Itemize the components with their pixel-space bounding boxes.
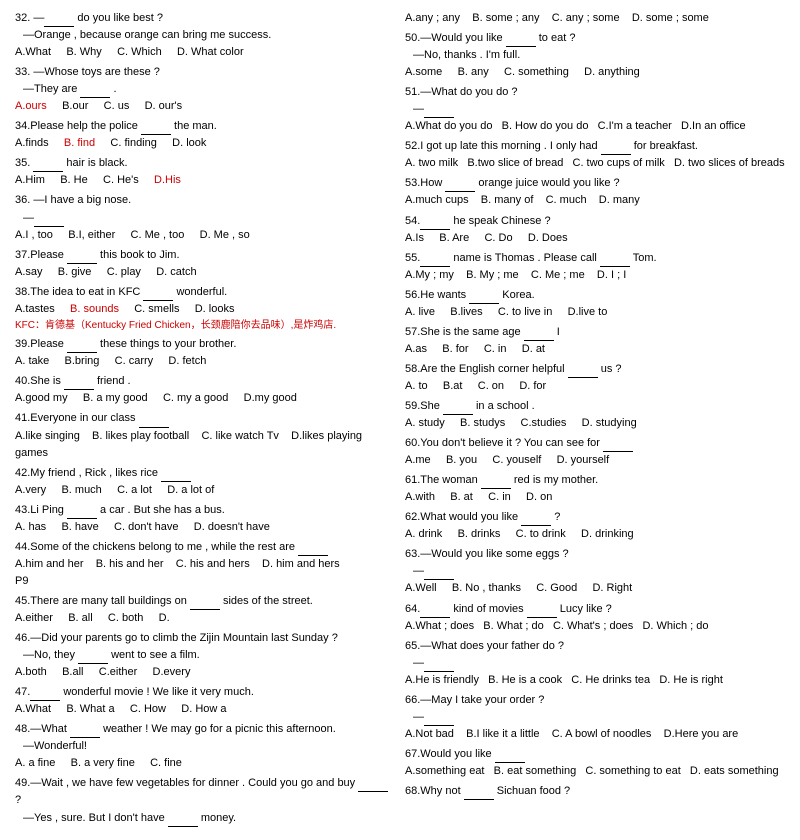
- q45: 45.There are many tall buildings on side…: [15, 593, 395, 627]
- q46: 46.—Did your parents go to climb the Zij…: [15, 630, 395, 681]
- page-content: 32. — do you like best ? —Orange , becau…: [15, 10, 785, 830]
- q62: 62.What would you like ? A. drink B. dri…: [405, 509, 785, 543]
- q42: 42.My friend , Rick , likes rice A.very …: [15, 465, 395, 499]
- q41: 41.Everyone in our class A.like singing …: [15, 410, 395, 461]
- q47: 47. wonderful movie ! We like it very mu…: [15, 684, 395, 718]
- q55: 55. name is Thomas . Please call Tom. A.…: [405, 250, 785, 284]
- q65: 65.—What does your father do ? — A.He is…: [405, 638, 785, 689]
- q33: 33. —Whose toys are these ? —They are . …: [15, 64, 395, 115]
- q54: 54. he speak Chinese ? A.Is B. Are C. Do…: [405, 213, 785, 247]
- q39: 39.Please these things to your brother. …: [15, 336, 395, 370]
- q58: 58.Are the English corner helpful us ? A…: [405, 361, 785, 395]
- q49: 49.—Wait , we have few vegetables for di…: [15, 775, 395, 826]
- q44: 44.Some of the chickens belong to me , w…: [15, 539, 395, 590]
- q61: 61.The woman red is my mother. A.with B.…: [405, 472, 785, 506]
- q66: 66.—May I take your order ? — A.Not bad …: [405, 692, 785, 743]
- q34: 34.Please help the police the man. A.fin…: [15, 118, 395, 152]
- q37: 37.Please this book to Jim. A.say B. giv…: [15, 247, 395, 281]
- q68: 68.Why not Sichuan food ?: [405, 783, 785, 800]
- q64: 64. kind of movies Lucy like ? A.What ; …: [405, 601, 785, 635]
- q32: 32. — do you like best ? —Orange , becau…: [15, 10, 395, 61]
- q48: 48.—What weather ! We may go for a picni…: [15, 721, 395, 772]
- q36: 36. —I have a big nose. — A.I , too B.I,…: [15, 192, 395, 243]
- q51: 51.—What do you do ? — A.What do you do …: [405, 84, 785, 135]
- q40: 40.She is friend . A.good my B. a my goo…: [15, 373, 395, 407]
- q49-opts: A.any ; any B. some ; any C. any ; some …: [405, 10, 785, 27]
- q52: 52.I got up late this morning . I only h…: [405, 138, 785, 172]
- q53: 53.How orange juice would you like ? A.m…: [405, 175, 785, 209]
- left-column: 32. — do you like best ? —Orange , becau…: [15, 10, 395, 830]
- q63: 63.—Would you like some eggs ? — A.Well …: [405, 546, 785, 597]
- right-column: A.any ; any B. some ; any C. any ; some …: [405, 10, 785, 830]
- q67: 67.Would you like A.something eat B. eat…: [405, 746, 785, 780]
- q59: 59.She in a school . A. study B. studys …: [405, 398, 785, 432]
- q38: 38.The idea to eat in KFC wonderful. A.t…: [15, 284, 395, 334]
- q35: 35. hair is black. A.Him B. He C. He's D…: [15, 155, 395, 189]
- q56: 56.He wants Korea. A. live B.lives C. to…: [405, 287, 785, 321]
- q43: 43.Li Ping a car . But she has a bus. A.…: [15, 502, 395, 536]
- q50: 50.—Would you like to eat ? —No, thanks …: [405, 30, 785, 81]
- q57: 57.She is the same age I A.as B. for C. …: [405, 324, 785, 358]
- q60: 60.You don't believe it ? You can see fo…: [405, 435, 785, 469]
